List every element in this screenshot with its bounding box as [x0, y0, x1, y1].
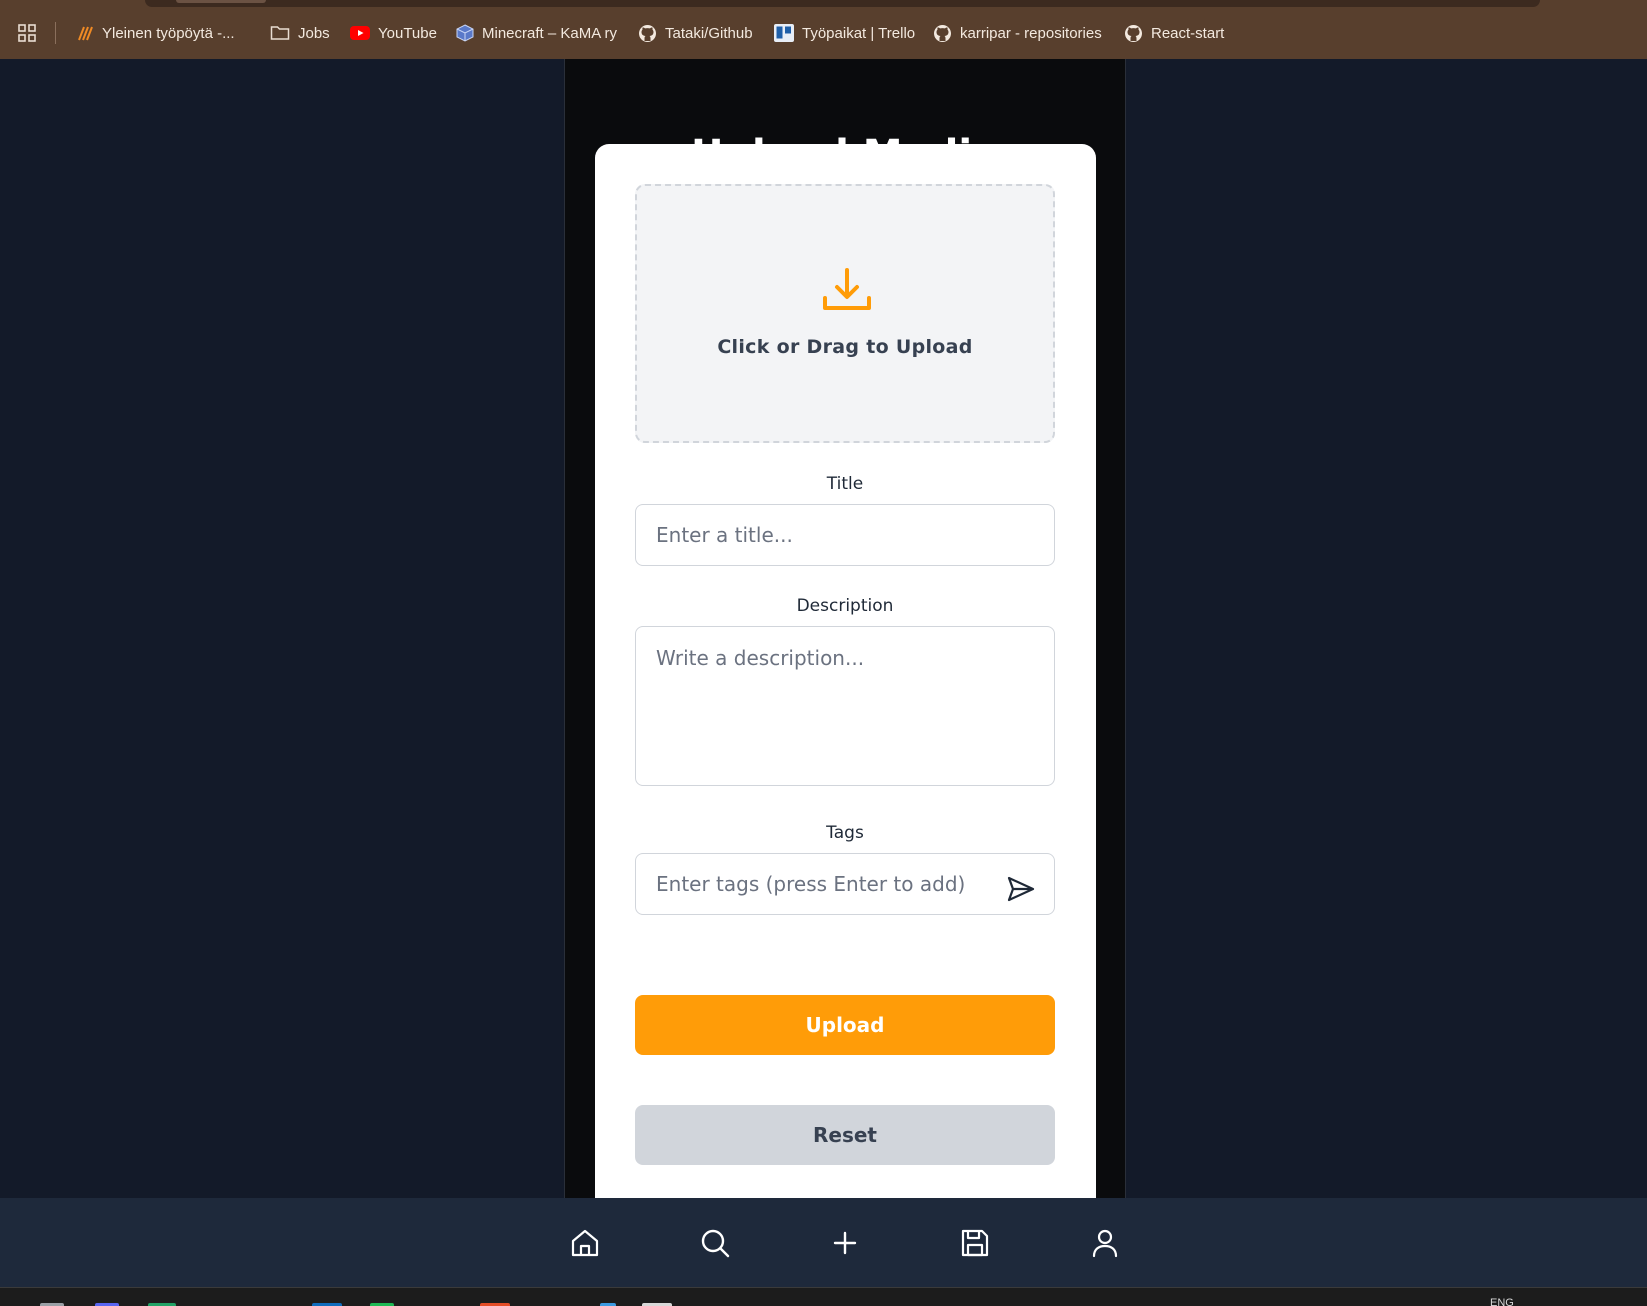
download-icon: [823, 268, 871, 310]
youtube-icon: [350, 26, 370, 40]
bookmark-tataki-github[interactable]: Tataki/Github: [638, 21, 753, 45]
bookmark-minecraft[interactable]: Minecraft – KaMA ry: [456, 21, 617, 45]
folder-icon: [270, 26, 290, 40]
user-icon[interactable]: [1088, 1226, 1122, 1260]
home-icon[interactable]: [568, 1226, 602, 1260]
bookmark-label: karripar - repositories: [960, 24, 1102, 42]
tags-label: Tags: [826, 823, 864, 843]
title-input[interactable]: [635, 504, 1055, 566]
upload-dropzone[interactable]: Click or Drag to Upload: [635, 184, 1055, 443]
github-icon: [1125, 24, 1142, 42]
search-icon[interactable]: [698, 1226, 732, 1260]
github-icon: [934, 24, 951, 42]
bookmarks-bar: Yleinen työpöytä -... Jobs YouTube Minec…: [0, 0, 1647, 59]
bookmark-react-start[interactable]: React-start: [1124, 21, 1224, 45]
apps-grid-icon[interactable]: [18, 24, 36, 42]
bookmark-trello[interactable]: Työpaikat | Trello: [774, 21, 915, 45]
upload-button[interactable]: Upload: [635, 995, 1055, 1055]
send-icon[interactable]: [1006, 874, 1036, 904]
save-icon[interactable]: [958, 1226, 992, 1260]
reset-button[interactable]: Reset: [635, 1105, 1055, 1165]
bottom-nav: [0, 1198, 1647, 1287]
bookmark-youtube[interactable]: YouTube: [350, 21, 437, 45]
tags-input[interactable]: [635, 853, 1055, 915]
github-icon: [639, 24, 656, 42]
bookmark-label: React-start: [1151, 24, 1225, 42]
brand-icon: [78, 26, 93, 41]
active-tab-edge: [176, 0, 266, 3]
upload-form: Click or Drag to Upload Title Descriptio…: [595, 144, 1096, 1198]
description-textarea[interactable]: [635, 626, 1055, 786]
bookmark-yleinen[interactable]: Yleinen työpöytä -...: [76, 21, 235, 45]
title-label: Title: [826, 474, 864, 494]
bookmark-label: Tataki/Github: [665, 24, 753, 42]
taskbar-language[interactable]: ENG: [1490, 1297, 1514, 1306]
bookmark-label: Jobs: [298, 24, 330, 42]
bookmark-jobs[interactable]: Jobs: [270, 21, 330, 45]
description-label: Description: [796, 596, 894, 616]
minecraft-icon: [456, 24, 474, 42]
dropzone-label: Click or Drag to Upload: [717, 336, 973, 358]
bookmarks-separator: [55, 22, 56, 44]
bookmark-label: Työpaikat | Trello: [802, 24, 916, 42]
plus-icon[interactable]: [828, 1226, 862, 1260]
tab-strip-edge: [145, 0, 1540, 7]
bookmark-label: Yleinen työpöytä -...: [102, 24, 235, 42]
bookmark-label: Minecraft – KaMA ry: [482, 24, 618, 42]
bookmark-label: YouTube: [378, 24, 437, 42]
trello-icon: [774, 24, 794, 42]
os-taskbar: ENG: [0, 1287, 1647, 1306]
bookmark-karripar[interactable]: karripar - repositories: [933, 21, 1102, 45]
